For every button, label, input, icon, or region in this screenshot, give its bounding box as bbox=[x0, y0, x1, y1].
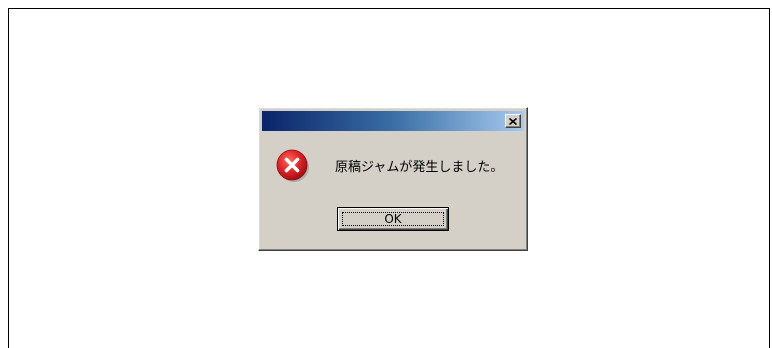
ok-button[interactable]: OK bbox=[337, 207, 449, 231]
error-icon bbox=[276, 149, 309, 182]
error-message: 原稿ジャムが発生しました。 bbox=[335, 160, 504, 175]
error-dialog: 原稿ジャムが発生しました。 OK bbox=[258, 107, 528, 251]
ok-button-label: OK bbox=[384, 212, 402, 226]
close-button[interactable] bbox=[505, 114, 521, 128]
close-icon bbox=[509, 117, 517, 125]
screen: 原稿ジャムが発生しました。 OK bbox=[0, 0, 772, 348]
dialog-titlebar[interactable] bbox=[262, 111, 524, 131]
